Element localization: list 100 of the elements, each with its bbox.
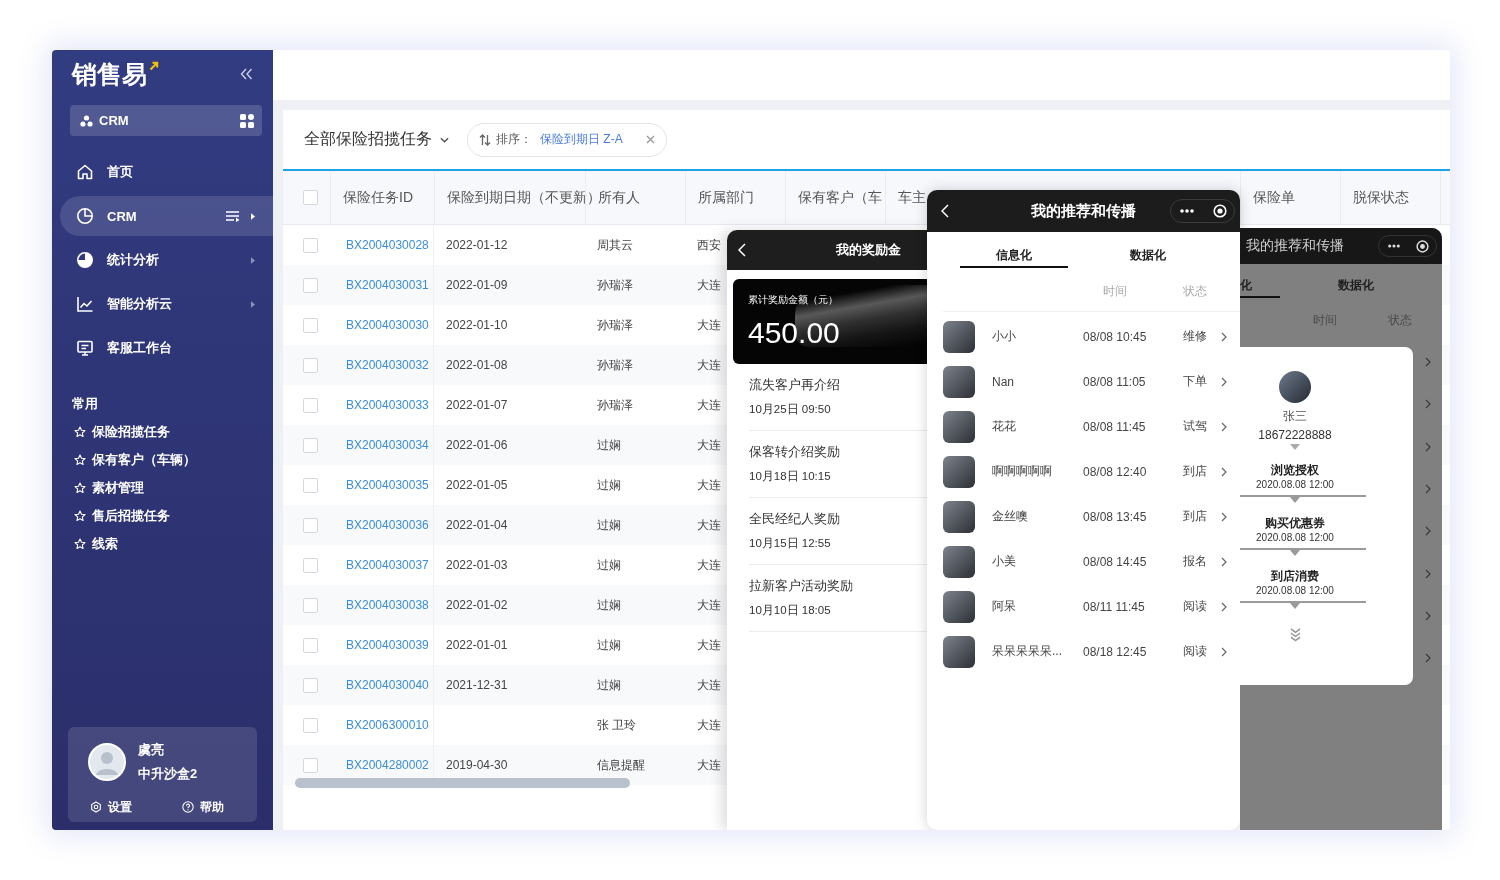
- view-selector[interactable]: 全部保险招揽任务: [304, 129, 449, 150]
- table-cell: 大连: [697, 636, 721, 654]
- column-header[interactable]: 保有客户（车: [798, 188, 882, 207]
- checkbox[interactable]: [303, 517, 318, 533]
- task-id-link[interactable]: BX2004030039: [346, 638, 429, 652]
- step-time: 2020.08.08 12:00: [1255, 531, 1335, 545]
- tab[interactable]: 数据化: [1302, 264, 1410, 298]
- list-icon: [225, 210, 240, 222]
- help-link[interactable]: 帮助: [182, 799, 224, 815]
- avatar-placeholder: [943, 455, 975, 488]
- column-header[interactable]: 车主: [898, 188, 926, 207]
- task-id-link[interactable]: BX2004030037: [346, 558, 429, 572]
- contact-name: 啊啊啊啊啊: [992, 463, 1052, 480]
- task-id-link[interactable]: BX2004030030: [346, 318, 429, 332]
- favorite-item[interactable]: 线索: [52, 530, 118, 558]
- nav-item[interactable]: 首页: [60, 152, 273, 192]
- chevron-right-icon[interactable]: [1221, 556, 1227, 567]
- task-id-link[interactable]: BX2004030035: [346, 478, 429, 492]
- settings-icon: [90, 801, 102, 813]
- table-cell: 过娴: [597, 636, 621, 654]
- panel-title: 我的推荐和传播: [1246, 237, 1344, 255]
- chevron-right-icon[interactable]: [1221, 421, 1227, 432]
- task-id-link[interactable]: BX2004030033: [346, 398, 429, 412]
- contact-name: 呆呆呆呆呆...: [992, 643, 1062, 660]
- table-cell: 孙瑞泽: [597, 316, 633, 334]
- column-header[interactable]: 脱保状态: [1353, 188, 1409, 207]
- checkbox[interactable]: [303, 190, 318, 205]
- avatar-icon: [88, 743, 126, 781]
- nav-item[interactable]: 智能分析云: [60, 284, 273, 324]
- checkbox[interactable]: [303, 397, 318, 413]
- chevron-right-icon[interactable]: [1221, 511, 1227, 522]
- column-header[interactable]: 保险任务ID: [343, 188, 413, 207]
- settings-link[interactable]: 设置: [90, 799, 132, 815]
- task-id-link[interactable]: BX2004030028: [346, 238, 429, 252]
- table-cell: 大连: [697, 396, 721, 414]
- star-icon: [74, 426, 86, 438]
- chevron-left-icon[interactable]: [941, 204, 949, 218]
- panel-title: 我的奖励金: [836, 241, 901, 259]
- favorite-item[interactable]: 素材管理: [52, 474, 144, 502]
- arrow-icon: [149, 61, 159, 71]
- nav-item[interactable]: CRM: [60, 196, 273, 236]
- table-cell: 大连: [697, 316, 721, 334]
- tab[interactable]: 数据化: [1094, 232, 1202, 268]
- org-name: 中升沙盒2: [138, 765, 198, 783]
- checkbox[interactable]: [303, 597, 318, 613]
- table-cell: 过娴: [597, 436, 621, 454]
- checkbox[interactable]: [303, 557, 318, 573]
- favorite-item[interactable]: 保险招揽任务: [52, 418, 170, 446]
- task-id-link[interactable]: BX2006300010: [346, 718, 429, 732]
- chevron-left-icon[interactable]: [738, 243, 746, 257]
- chevron-right-icon[interactable]: [1221, 331, 1227, 342]
- tab[interactable]: 化: [1240, 264, 1280, 298]
- checkbox[interactable]: [303, 437, 318, 453]
- checkbox[interactable]: [303, 637, 318, 653]
- checkbox[interactable]: [303, 317, 318, 333]
- close-icon[interactable]: [646, 135, 655, 144]
- chevron-right-icon: [1424, 610, 1431, 621]
- sort-icon: [479, 133, 491, 146]
- column-header[interactable]: 所属部门: [698, 188, 754, 207]
- table-cell: 孙瑞泽: [597, 396, 633, 414]
- table-cell: 2022-01-07: [446, 398, 508, 412]
- checkbox[interactable]: [303, 677, 318, 693]
- table-cell: 过娴: [597, 556, 621, 574]
- checkbox[interactable]: [303, 717, 318, 733]
- checkbox[interactable]: [303, 277, 318, 293]
- nav-item[interactable]: 统计分析: [60, 240, 273, 280]
- nav-item[interactable]: 客服工作台: [60, 328, 273, 368]
- checkbox[interactable]: [303, 357, 318, 373]
- chevrons-down-icon[interactable]: [1290, 627, 1301, 642]
- checkbox[interactable]: [303, 477, 318, 493]
- ring-dot-icon[interactable]: [1416, 239, 1429, 253]
- table-cell: 2022-01-03: [446, 558, 508, 572]
- more-icon[interactable]: [1388, 244, 1400, 248]
- avatar-placeholder: [943, 410, 975, 443]
- tab[interactable]: 信息化: [960, 232, 1068, 268]
- scrollbar-thumb[interactable]: [295, 778, 630, 788]
- visit-time: 08/08 12:40: [1083, 464, 1147, 479]
- pie-chart-icon: [76, 251, 94, 269]
- table-cell: 大连: [697, 276, 721, 294]
- visit-time: 08/08 14:45: [1083, 554, 1147, 569]
- double-chevron-left-icon[interactable]: [240, 68, 253, 80]
- favorite-item[interactable]: 售后招揽任务: [52, 502, 170, 530]
- table-cell: 大连: [697, 756, 721, 774]
- table-cell: 过娴: [597, 516, 621, 534]
- more-icon[interactable]: [1180, 209, 1194, 213]
- favorite-item[interactable]: 保有客户（车辆）: [52, 446, 196, 474]
- chevron-right-icon[interactable]: [1221, 376, 1227, 387]
- checkbox[interactable]: [303, 757, 318, 773]
- checkbox[interactable]: [303, 237, 318, 253]
- chevron-right-icon[interactable]: [1221, 466, 1227, 477]
- chevron-right-icon[interactable]: [1221, 601, 1227, 612]
- column-header[interactable]: 所有人: [598, 188, 640, 207]
- table-cell: 西安: [697, 236, 721, 254]
- chevron-right-icon[interactable]: [1221, 646, 1227, 657]
- table-cell: 2021-12-31: [446, 678, 508, 692]
- column-header[interactable]: 保险单: [1253, 188, 1295, 207]
- app-switcher[interactable]: CRM: [70, 105, 262, 136]
- column-header: 状态: [1183, 284, 1207, 299]
- table-cell: 2019-04-30: [446, 758, 508, 772]
- table-cell: 2022-01-01: [446, 638, 508, 652]
